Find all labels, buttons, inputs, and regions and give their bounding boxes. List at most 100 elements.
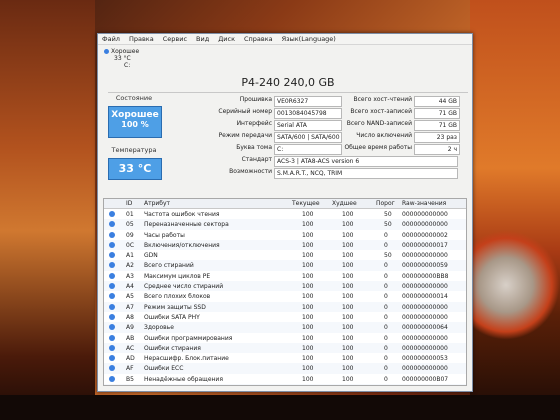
smart-worst: 100 (342, 272, 354, 280)
table-row[interactable]: B5 Ненадёжные обращения 100 100 0 000000000B0… (104, 374, 466, 384)
serial-value: 0013084045798 (274, 108, 342, 119)
standard-label: Стандарт (241, 156, 272, 163)
table-row[interactable]: AF Ошибки ECC 100 100 0 000000000000 (104, 363, 466, 374)
smart-worst: 100 (342, 293, 354, 301)
status-dot-icon (109, 365, 115, 372)
smart-id: AF (126, 365, 134, 373)
temperature-label: Температура (111, 146, 157, 154)
smart-attribute: Режим защиты SSD (144, 303, 206, 311)
smart-current: 100 (302, 211, 314, 218)
smart-threshold: 0 (384, 355, 388, 363)
table-row[interactable]: A1 GDN 100 100 50 000000000000 (104, 250, 466, 260)
smart-worst: 100 (342, 365, 354, 373)
table-row[interactable]: A9 Здоровье 100 100 0 000000000064 (104, 322, 466, 333)
status-dot-icon (109, 272, 115, 279)
smart-raw: 000000000BB8 (402, 272, 449, 280)
health-text: Хорошее (111, 110, 159, 120)
status-dot-icon (109, 241, 115, 248)
power-on-hours-label: Общее время работы (344, 144, 412, 151)
smart-attribute: GDN (144, 252, 158, 260)
smart-table[interactable]: ID Атрибут Текущее Худшее Порог Raw-знач… (103, 198, 467, 386)
table-row[interactable]: 09 Часы работы 100 100 0 000000000002 (104, 230, 466, 240)
table-row[interactable]: 0C Включения/отключения 100 100 0 00000000001… (104, 239, 466, 251)
drive-selector[interactable]: Хорошее 33 °C C: (98, 45, 472, 73)
table-row[interactable]: A5 Всего плохих блоков 100 100 0 000000000014 (104, 291, 466, 301)
smart-id: A1 (126, 252, 134, 260)
table-row[interactable]: A3 Максимум циклов PE 100 100 0 000000000BB8 (104, 271, 466, 281)
menu-service[interactable]: Сервис (163, 35, 187, 43)
smart-table-header: ID Атрибут Текущее Худшее Порог Raw-знач… (104, 199, 466, 209)
smart-worst: 100 (342, 344, 354, 352)
smart-worst: 100 (342, 262, 354, 270)
smart-threshold: 0 (384, 313, 388, 321)
firmware-value: VE0R6327 (274, 96, 342, 107)
smart-worst: 100 (342, 231, 354, 239)
menu-language[interactable]: Язык(Language) (282, 35, 336, 43)
power-on-count-label: Число включений (356, 132, 412, 139)
smart-worst: 100 (342, 334, 354, 342)
temperature-box[interactable]: 33 °C (108, 158, 162, 180)
smart-threshold: 50 (384, 252, 392, 260)
host-writes-label: Всего хост-записей (350, 108, 412, 115)
menu-help[interactable]: Справка (244, 35, 273, 43)
status-dot-icon (109, 211, 115, 217)
features-label: Возможности (229, 168, 272, 175)
status-dot-icon (109, 375, 115, 382)
table-row[interactable]: AC Ошибки стирания 100 100 0 000000000000 (104, 342, 466, 354)
col-attribute[interactable]: Атрибут (144, 200, 170, 207)
volume-label: Буква тома (236, 144, 272, 151)
menu-file[interactable]: Файл (102, 35, 120, 43)
table-row[interactable]: B6Неисправимые ошибки1001000000000000000 (104, 384, 466, 385)
col-current[interactable]: Текущее (292, 200, 320, 207)
firmware-label: Прошивка (239, 96, 272, 103)
menu-edit[interactable]: Правка (129, 35, 154, 43)
status-dot-icon (109, 334, 115, 341)
smart-current: 100 (302, 283, 314, 291)
smart-current: 100 (302, 262, 314, 270)
smart-threshold: 0 (384, 303, 388, 311)
smart-current: 100 (302, 344, 314, 352)
col-threshold[interactable]: Порог (376, 200, 395, 207)
smart-threshold: 0 (384, 344, 388, 352)
status-dot-icon (109, 221, 115, 228)
desktop-wallpaper-left (0, 0, 95, 420)
table-row[interactable]: 01 Частота ошибок чтения 100 100 50 000000000… (104, 209, 466, 219)
smart-attribute: Переназначенные сектора (144, 221, 229, 229)
col-id[interactable]: ID (126, 200, 132, 207)
desktop-wallpaper-right (470, 0, 560, 420)
health-status-box[interactable]: Хорошее 100 % (108, 106, 162, 138)
menu-view[interactable]: Вид (196, 35, 209, 43)
nand-writes-value: 71 GB (414, 120, 460, 131)
smart-raw: 000000000000 (402, 365, 448, 373)
table-row[interactable]: 05 Переназначенные сектора 100 100 50 0000000… (104, 219, 466, 230)
smart-current: 100 (302, 241, 314, 249)
status-dot-icon (109, 355, 115, 362)
features-value: S.M.A.R.T., NCQ, TRIM (274, 168, 458, 179)
smart-current: 100 (302, 313, 314, 321)
monitor-bezel (0, 395, 560, 420)
smart-raw: 000000000002 (402, 231, 448, 239)
table-row[interactable]: AD Нерасшифр. Блок.питание 100 100 0 00000000… (104, 353, 466, 363)
col-worst[interactable]: Худшее (332, 200, 357, 207)
col-raw[interactable]: Raw-значения (402, 200, 446, 207)
smart-current: 100 (302, 334, 314, 342)
interface-label: Интерфейс (236, 120, 272, 127)
drive-title: P4-240 240,0 GB (108, 76, 468, 93)
smart-current: 100 (302, 231, 314, 239)
smart-threshold: 0 (384, 334, 388, 342)
table-row[interactable]: A4 Среднее число стираний 100 100 0 000000000… (104, 281, 466, 292)
table-row[interactable]: A7 Режим защиты SSD 100 100 0 000000000000 (104, 301, 466, 312)
status-dot-icon (109, 252, 115, 259)
smart-raw: 000000000000 (402, 283, 448, 291)
smart-attribute: Ошибки SATA PHY (144, 313, 200, 321)
smart-attribute: Часы работы (144, 231, 185, 239)
smart-raw: 000000000000 (402, 344, 448, 352)
smart-current: 100 (302, 272, 314, 280)
menu-disk[interactable]: Диск (218, 35, 235, 43)
standard-value: ACS-3 | ATA8-ACS version 6 (274, 156, 458, 167)
table-row[interactable]: A8 Ошибки SATA PHY 100 100 0 000000000000 (104, 312, 466, 322)
table-row[interactable]: A2 Всего стираний 100 100 0 000000000059 (104, 260, 466, 271)
smart-attribute: Всего стираний (144, 262, 194, 270)
smart-attribute: Ошибки программирования (144, 334, 233, 342)
table-row[interactable]: AB Ошибки программирования 100 100 0 00000000… (104, 333, 466, 343)
